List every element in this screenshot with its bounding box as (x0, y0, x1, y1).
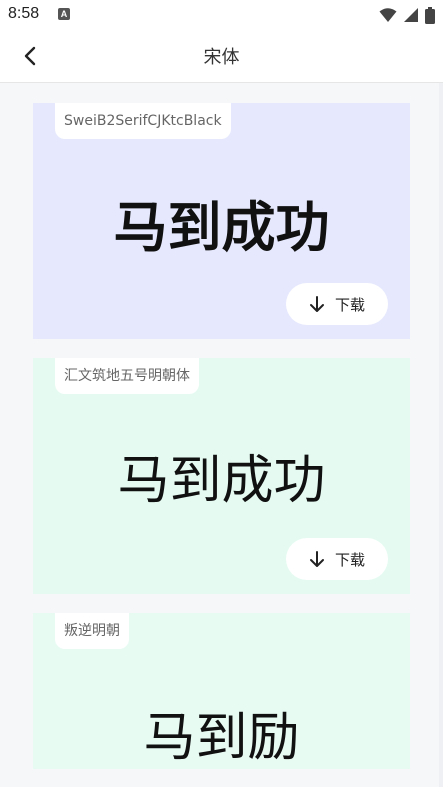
download-label: 下载 (334, 295, 365, 314)
download-label: 下载 (334, 550, 365, 569)
status-icons (379, 6, 435, 24)
notification-a-icon: A (58, 8, 70, 20)
font-list[interactable]: SweiB2SerifCJKtcBlack 马到成功 下载 汇文筑地五号明朝体 … (0, 83, 443, 787)
download-button[interactable]: 下载 (286, 538, 388, 580)
scroll-edge (439, 83, 443, 787)
font-name-tag: SweiB2SerifCJKtcBlack (55, 103, 231, 139)
status-bar: 8:58 A (0, 0, 443, 30)
status-time: 8:58 (8, 5, 40, 22)
font-preview-text: 马到成功 (117, 451, 326, 511)
signal-icon (404, 8, 418, 22)
font-card[interactable]: 叛逆明朝 马到励 (33, 613, 410, 769)
battery-icon (425, 6, 435, 24)
font-preview-text: 马到成功 (113, 195, 330, 259)
font-preview-text: 马到励 (143, 708, 300, 768)
download-button[interactable]: 下载 (286, 283, 388, 325)
download-arrow-icon (309, 551, 324, 567)
font-card[interactable]: 汇文筑地五号明朝体 马到成功 下载 (33, 358, 410, 594)
wifi-icon (379, 8, 397, 22)
font-card[interactable]: SweiB2SerifCJKtcBlack 马到成功 下载 (33, 103, 410, 339)
font-name-tag: 汇文筑地五号明朝体 (55, 358, 199, 394)
page-title: 宋体 (203, 47, 240, 68)
download-arrow-icon (309, 296, 324, 312)
app-bar: 宋体 (0, 30, 443, 83)
font-name-tag: 叛逆明朝 (55, 613, 129, 649)
